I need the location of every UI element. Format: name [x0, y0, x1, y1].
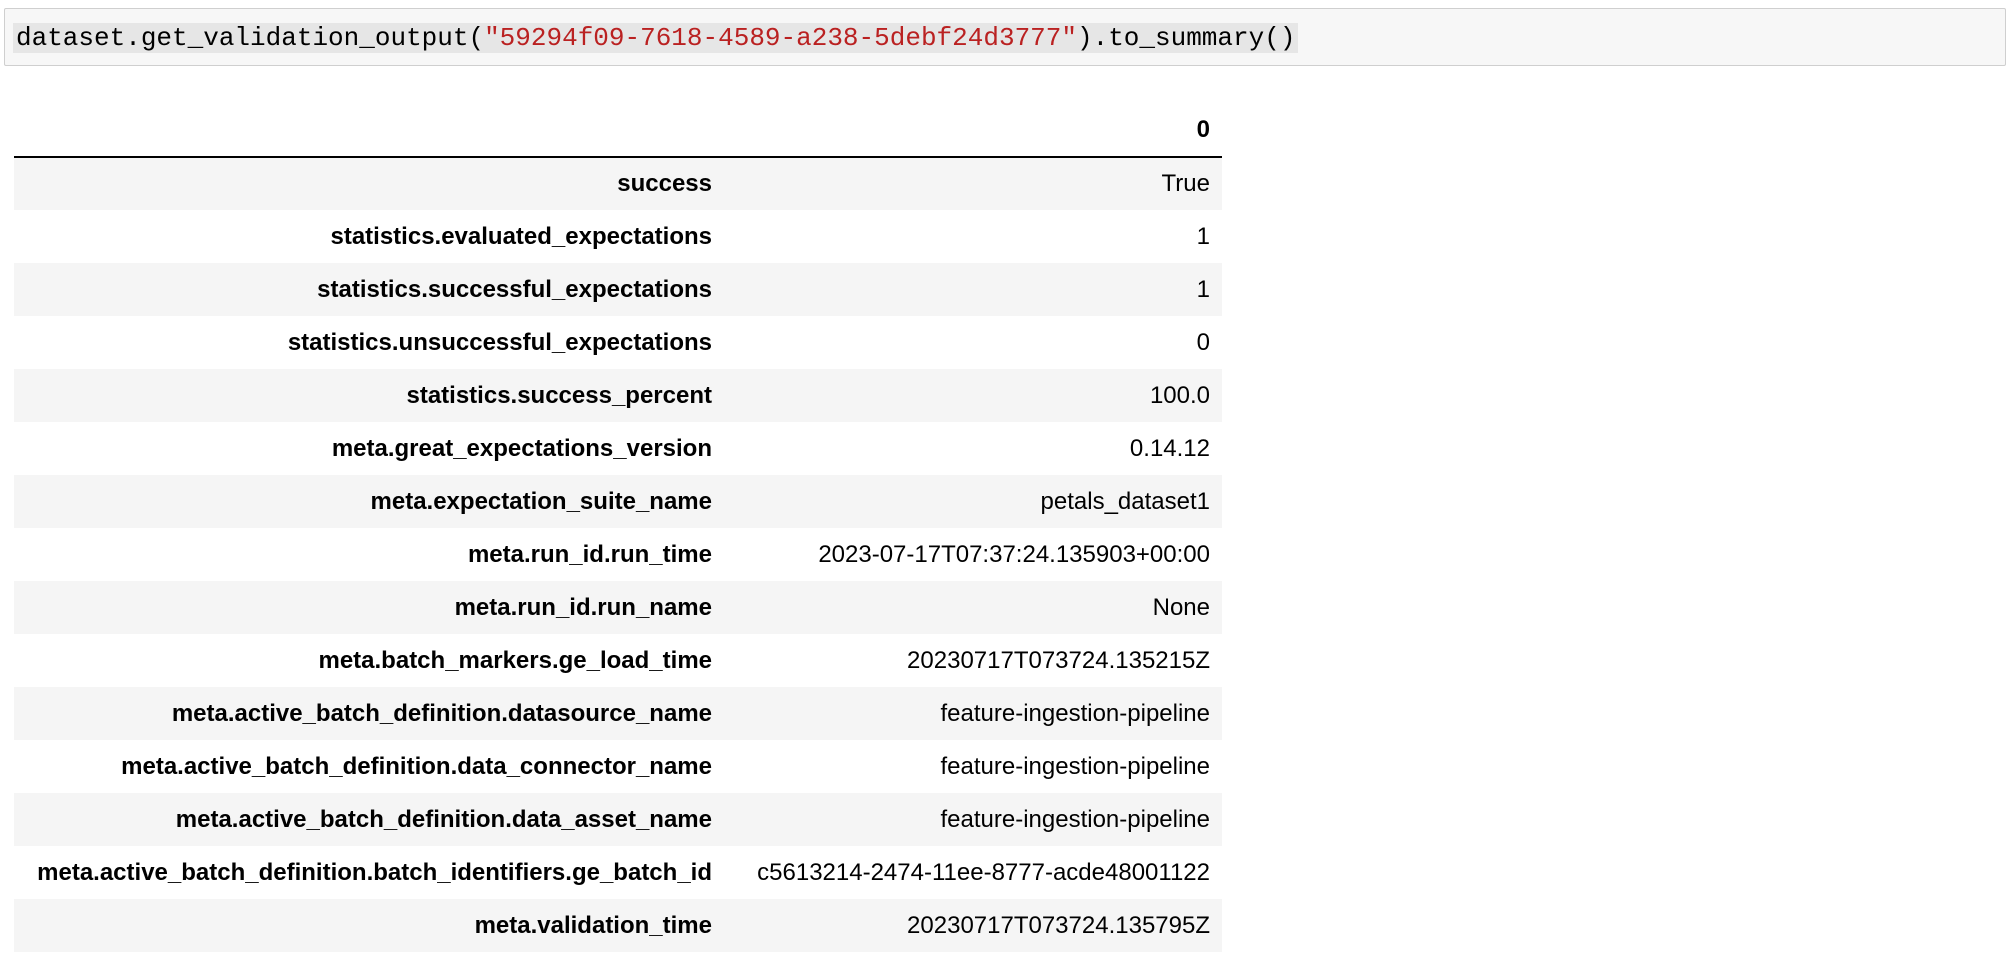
index-header	[14, 104, 724, 158]
row-value: 1	[1196, 222, 1210, 250]
row-value: c5613214-2474-11ee-8777-acde48001122	[757, 858, 1210, 886]
table-row: meta.active_batch_definition.batch_ident…	[14, 846, 1222, 899]
row-value: 0.14.12	[1129, 434, 1210, 462]
row-key: meta.run_id.run_time	[467, 540, 712, 568]
table-row: meta.great_expectations_version 0.14.12	[14, 422, 1222, 475]
table-row: statistics.successful_expectations 1	[14, 263, 1222, 316]
code-prefix: dataset.get_validation_output(	[16, 23, 485, 53]
row-key: success	[617, 170, 712, 197]
code-cell[interactable]: dataset.get_validation_output("59294f09-…	[4, 8, 2006, 66]
row-key: meta.active_batch_definition.data_connec…	[121, 752, 712, 780]
row-value: feature-ingestion-pipeline	[940, 805, 1210, 833]
row-value: 2023-07-17T07:37:24.135903+00:00	[818, 540, 1210, 568]
table-row: statistics.success_percent 100.0	[14, 369, 1222, 422]
row-value: 100.0	[1149, 381, 1210, 409]
code-suffix: ).to_summary()	[1076, 23, 1296, 53]
table-row: meta.active_batch_definition.datasource_…	[14, 687, 1222, 740]
table-row: meta.active_batch_definition.data_connec…	[14, 740, 1222, 793]
table-row: meta.expectation_suite_name petals_datase…	[14, 475, 1222, 528]
row-value: petals_dataset1	[1040, 487, 1210, 515]
table-row: statistics.unsuccessful_expectations 0	[14, 316, 1222, 369]
row-key: meta.active_batch_definition.datasource_…	[171, 699, 712, 727]
table-row: meta.batch_markers.ge_load_time 20230717T…	[14, 634, 1222, 687]
table-header-row: 0	[14, 104, 1222, 158]
table-row: statistics.evaluated_expectations 1	[14, 210, 1222, 263]
row-key: meta.active_batch_definition.batch_ident…	[37, 858, 712, 886]
row-value: None	[1152, 593, 1210, 621]
row-key: statistics.unsuccessful_expectations	[287, 328, 712, 356]
row-value: 1	[1196, 275, 1210, 303]
row-key: meta.great_expectations_version	[331, 434, 712, 462]
row-key: statistics.evaluated_expectations	[330, 222, 712, 250]
row-key: meta.batch_markers.ge_load_time	[318, 646, 712, 674]
row-value: 20230717T073724.135795Z	[907, 911, 1210, 939]
row-key: statistics.success_percent	[406, 381, 712, 409]
code-line[interactable]: dataset.get_validation_output("59294f09-…	[13, 23, 1299, 53]
row-value: feature-ingestion-pipeline	[940, 699, 1210, 727]
column-header: 0	[724, 104, 1222, 158]
summary-table: 0 success True statistics.evaluated_expec…	[14, 104, 1222, 952]
row-key: statistics.successful_expectations	[317, 275, 712, 303]
row-value: 0	[1196, 328, 1210, 356]
table-row: meta.validation_time 20230717T073724.1357…	[14, 899, 1222, 952]
row-value: feature-ingestion-pipeline	[940, 752, 1210, 780]
table-row: meta.run_id.run_time 2023-07-17T07:37:24.…	[14, 528, 1222, 581]
row-value: 20230717T073724.135215Z	[907, 646, 1210, 674]
row-key: meta.run_id.run_name	[454, 593, 712, 621]
table-row: meta.run_id.run_name None	[14, 581, 1222, 634]
row-value: True	[1161, 170, 1210, 197]
table-row: success True	[14, 157, 1222, 210]
table-row: meta.active_batch_definition.data_asset_…	[14, 793, 1222, 846]
row-key: meta.active_batch_definition.data_asset_…	[175, 805, 712, 833]
row-key: meta.expectation_suite_name	[370, 487, 712, 515]
code-string-literal: "59294f09-7618-4589-a238-5debf24d3777"	[484, 23, 1077, 53]
output-area: 0 success True statistics.evaluated_expec…	[14, 104, 1222, 952]
row-key: meta.validation_time	[474, 911, 712, 939]
